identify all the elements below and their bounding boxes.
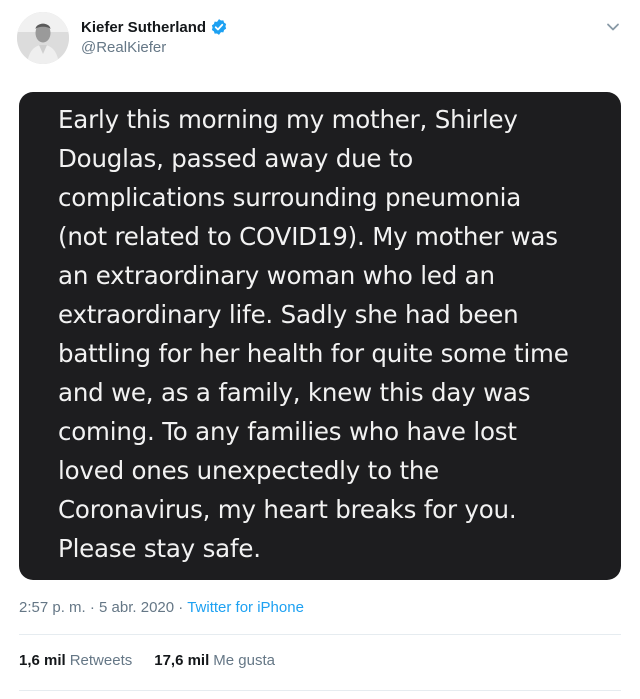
divider	[19, 690, 621, 691]
retweets-label: Retweets	[69, 652, 133, 669]
likes-label: Me gusta	[213, 652, 275, 669]
likes-stat[interactable]: 17,6 mil Me gusta	[154, 652, 275, 669]
avatar-photo	[17, 12, 69, 64]
avatar[interactable]	[17, 12, 69, 64]
display-name-row: Kiefer Sutherland	[81, 16, 228, 38]
likes-count: 17,6 mil	[154, 652, 210, 669]
media-text: Early this morning my mother, Shirley Do…	[58, 105, 569, 563]
tweet-source-link[interactable]: Twitter for iPhone	[187, 599, 304, 616]
author-names: Kiefer Sutherland @RealKiefer	[81, 16, 228, 56]
user-handle[interactable]: @RealKiefer	[81, 39, 228, 56]
display-name[interactable]: Kiefer Sutherland	[81, 19, 206, 36]
tweet-meta: 2:57 p. m. · 5 abr. 2020 · Twitter for i…	[19, 599, 304, 616]
meta-separator: ·	[174, 599, 188, 616]
retweets-count: 1,6 mil	[19, 652, 66, 669]
tweet-media-image[interactable]: Early this morning my mother, Shirley Do…	[19, 92, 621, 580]
tweet-date[interactable]: 5 abr. 2020	[99, 599, 174, 616]
tweet-stats: 1,6 mil Retweets 17,6 mil Me gusta	[19, 652, 275, 669]
divider	[19, 634, 621, 635]
retweets-stat[interactable]: 1,6 mil Retweets	[19, 652, 132, 669]
chevron-down-icon[interactable]	[603, 17, 623, 37]
tweet-header: Kiefer Sutherland @RealKiefer	[17, 12, 623, 68]
tweet-time[interactable]: 2:57 p. m.	[19, 599, 86, 616]
verified-badge-icon	[210, 18, 228, 36]
tweet-card: Kiefer Sutherland @RealKiefer Early this…	[0, 0, 640, 699]
meta-separator: ·	[85, 599, 100, 616]
